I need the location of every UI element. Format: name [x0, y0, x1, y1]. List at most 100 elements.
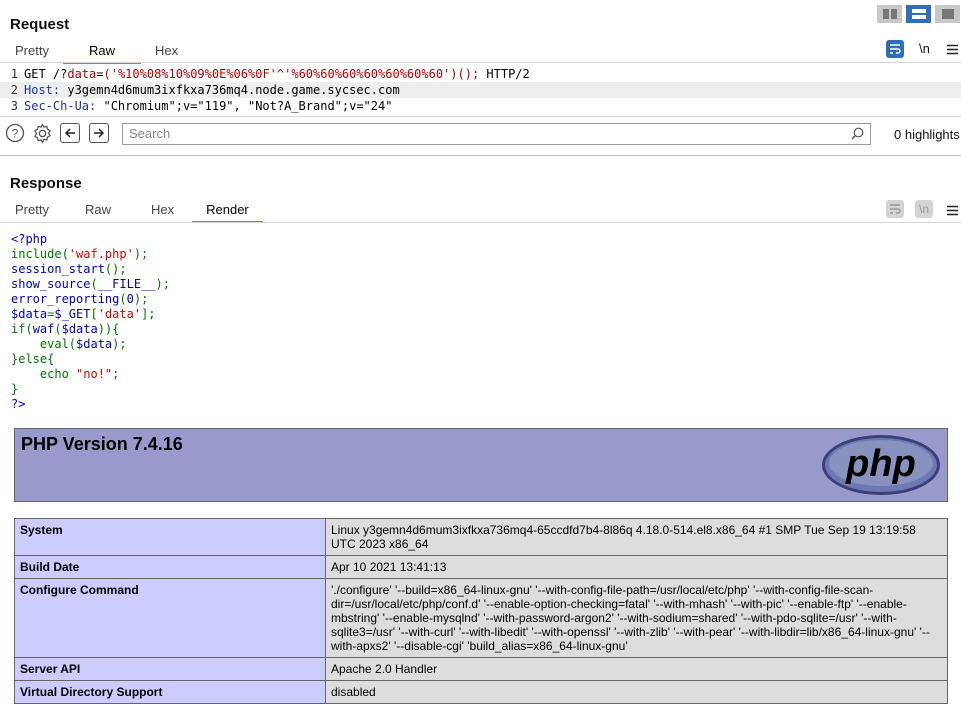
phpinfo-table: System Linux y3gemn4d6mum3ixfkxa736mq4-6… — [14, 518, 948, 704]
forward-button[interactable] — [89, 123, 109, 143]
help-button[interactable]: ? — [5, 123, 25, 148]
source-token: show_source — [11, 277, 91, 291]
svg-text:?: ? — [12, 127, 19, 141]
source-token: ?> — [11, 397, 26, 411]
rendered-php-source: <?php include('waf.php'); session_start();… — [11, 232, 170, 412]
request-token: y3gemn4d6mum3ixfkxa736mq4.node.game.sycs… — [60, 83, 400, 97]
request-tab-pretty[interactable]: Pretty — [1, 40, 63, 62]
table-value: disabled — [325, 680, 948, 704]
request-line: 2 Host: y3gemn4d6mum3ixfkxa736mq4.node.g… — [0, 82, 961, 98]
source-token: include( — [11, 247, 69, 261]
source-token: __FILE__ — [97, 277, 156, 291]
svg-text:php: php — [845, 443, 916, 485]
layout-stacked-button[interactable] — [906, 5, 931, 23]
request-tabs: Pretty Raw Hex — [1, 40, 192, 64]
source-line: $data=$_GET['data']; — [11, 307, 170, 322]
source-token: ); — [133, 247, 149, 261]
source-token: 'waf.php' — [68, 247, 134, 261]
table-row: Build Date Apr 10 2021 13:41:13 — [14, 555, 948, 579]
table-key: Configure Command — [14, 578, 326, 658]
help-icon: ? — [5, 123, 25, 143]
request-line: 3 Sec-Ch-Ua: "Chromium";v="119", "Not?A_… — [10, 99, 393, 113]
request-menu-icon[interactable] — [947, 42, 958, 60]
table-row: Virtual Directory Support disabled — [14, 680, 948, 704]
source-token: (); — [104, 262, 127, 276]
source-token: $_GET — [54, 307, 91, 321]
source-line: error_reporting(0); — [11, 292, 170, 307]
settings-button[interactable] — [32, 123, 53, 149]
request-title: Request — [10, 16, 70, 33]
table-row: Configure Command './configure' '--build… — [14, 578, 948, 658]
source-token: $data — [11, 307, 48, 321]
source-token: ( — [90, 277, 98, 291]
table-key: Build Date — [14, 555, 326, 579]
source-token: ( — [54, 322, 62, 336]
back-button[interactable] — [60, 123, 80, 143]
table-value: Apr 10 2021 13:41:13 — [325, 555, 948, 579]
table-value: Apache 2.0 Handler — [325, 657, 948, 681]
response-tab-pretty[interactable]: Pretty — [1, 199, 63, 221]
source-token: } — [11, 382, 19, 396]
request-word-wrap-button[interactable] — [886, 40, 904, 58]
source-token: ]; — [141, 307, 156, 321]
request-newline-toggle[interactable]: \n — [919, 41, 930, 56]
request-line: 1 GET /?data=('%10%08%10%09%0E%06%0F'^'%… — [10, 67, 530, 81]
response-tab-hex[interactable]: Hex — [133, 199, 192, 221]
highlights-count: 0 highlights — [894, 127, 960, 142]
source-token: ( — [119, 292, 127, 306]
phpinfo-header: PHP Version 7.4.16 php — [14, 428, 948, 502]
request-token: data — [67, 67, 97, 81]
source-line: echo "no!"; — [11, 367, 170, 382]
table-value: Linux y3gemn4d6mum3ixfkxa736mq4-65ccdfd7… — [325, 518, 948, 556]
source-token: eval( — [11, 337, 77, 351]
source-token: )){ — [97, 322, 120, 336]
source-line: eval($data); — [11, 337, 170, 352]
source-line: if(waf($data)){ — [11, 322, 170, 337]
source-line: ?> — [11, 397, 170, 412]
request-token: = — [96, 67, 104, 81]
request-tab-raw[interactable]: Raw — [62, 40, 141, 64]
table-value: './configure' '--build=x86_64-linux-gnu'… — [325, 578, 948, 658]
source-token: if( — [11, 322, 33, 336]
source-token: [ — [90, 307, 98, 321]
request-editor[interactable]: 1 GET /?data=('%10%08%10%09%0E%06%0F'^'%… — [0, 66, 961, 114]
response-tab-render[interactable]: Render — [192, 199, 263, 223]
source-token: ; — [112, 367, 120, 381]
source-token: }else{ — [11, 352, 55, 366]
source-line: include('waf.php'); — [11, 247, 170, 262]
response-newline-toggle[interactable]: \n — [915, 200, 933, 218]
php-logo: php — [821, 434, 941, 501]
gear-icon — [34, 123, 51, 144]
single-pane-icon — [941, 9, 954, 19]
request-token: Host: — [24, 83, 61, 97]
response-tabs: Pretty Raw Hex Render — [1, 199, 263, 223]
source-token: ); — [112, 337, 127, 351]
table-row: Server API Apache 2.0 Handler — [14, 657, 948, 681]
table-key: Server API — [14, 657, 326, 681]
rows-icon — [911, 9, 926, 19]
php-version-title: PHP Version 7.4.16 — [21, 434, 183, 454]
arrow-right-icon — [94, 128, 105, 138]
response-menu-icon[interactable] — [947, 203, 958, 221]
source-token: ); — [133, 292, 149, 306]
source-token: 'data' — [97, 307, 142, 321]
search-input[interactable]: Search — [122, 123, 871, 145]
word-wrap-icon — [890, 44, 901, 54]
php-logo-icon: php — [822, 435, 940, 495]
layout-side-by-side-button[interactable] — [877, 5, 902, 23]
source-token: "no!" — [76, 367, 113, 381]
word-wrap-icon — [890, 204, 901, 214]
source-token: session_start — [11, 262, 105, 276]
source-token: $data — [76, 337, 113, 351]
table-key: System — [14, 518, 326, 556]
source-line: show_source(__FILE__); — [11, 277, 170, 292]
layout-single-button[interactable] — [935, 5, 960, 23]
source-line: <?php — [11, 232, 170, 247]
response-tab-raw[interactable]: Raw — [63, 199, 133, 221]
source-token: echo — [11, 367, 77, 381]
arrow-left-icon — [64, 128, 75, 138]
source-token: ); — [155, 277, 170, 291]
source-line: } — [11, 382, 170, 397]
response-word-wrap-button[interactable] — [886, 200, 904, 218]
request-tab-hex[interactable]: Hex — [141, 40, 192, 62]
